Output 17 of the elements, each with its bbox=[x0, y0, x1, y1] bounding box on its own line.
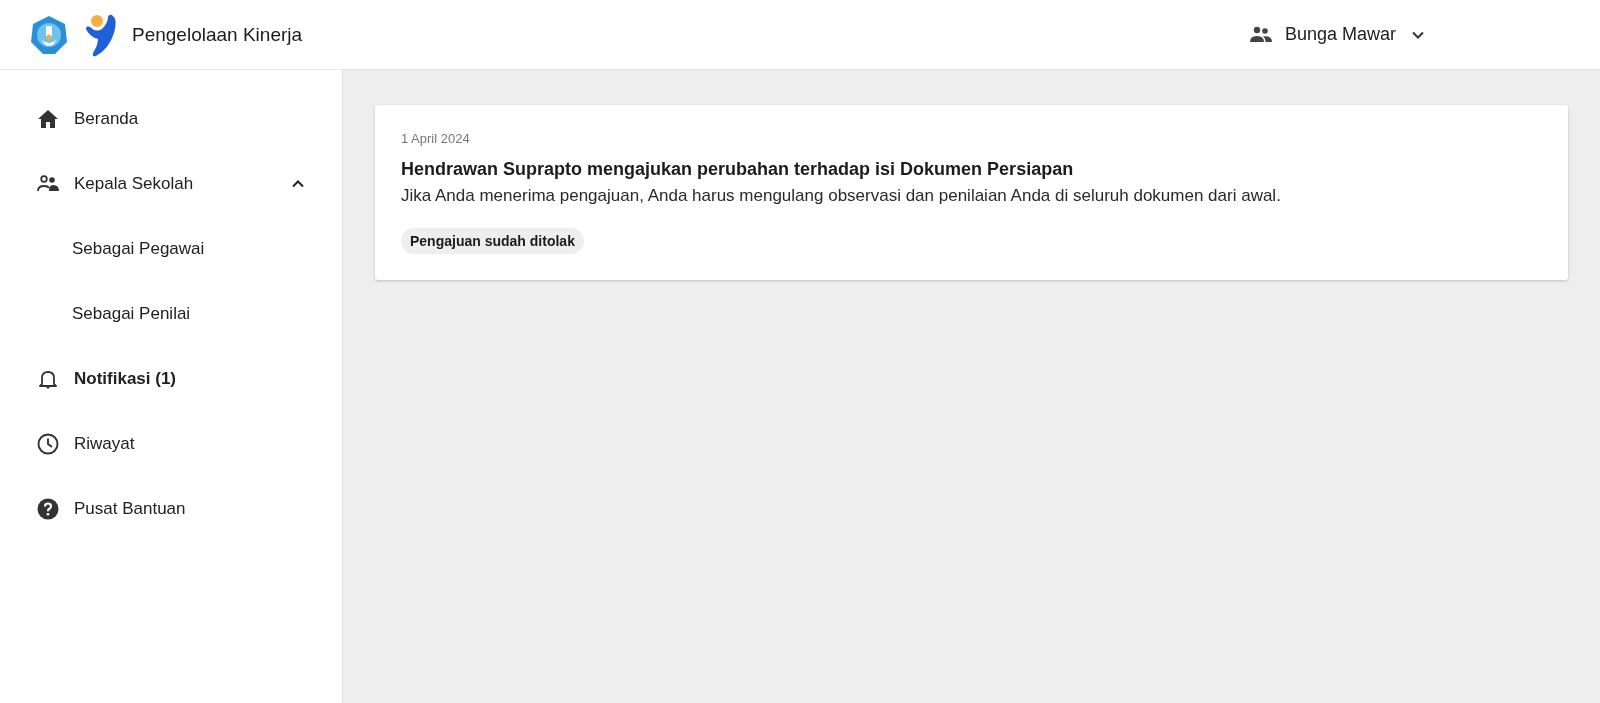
sidebar-item[interactable]: Kepala Sekolah bbox=[0, 151, 342, 216]
clock-icon bbox=[36, 431, 60, 456]
sidebar-subitem[interactable]: Sebagai Pegawai bbox=[0, 216, 342, 281]
sidebar-item[interactable]: Pusat Bantuan bbox=[0, 476, 342, 541]
emblem-logo bbox=[28, 13, 70, 56]
notification-message: Jika Anda menerima pengajuan, Anda harus mengulang observasi dan penilaian Anda di seluruh dokumen dari awal. bbox=[401, 186, 1282, 206]
brand-logo bbox=[84, 12, 118, 57]
sidebar-subitem[interactable]: Sebagai Penilai bbox=[0, 281, 342, 346]
notification-date: 1 April 2024 bbox=[401, 131, 471, 146]
notification-title: Hendrawan Suprapto mengajukan perubahan terhadap isi Dokumen Persiapan bbox=[401, 159, 1075, 180]
user-menu-button[interactable]: Bunga Mawar bbox=[1244, 18, 1432, 51]
sidebar-item[interactable]: Riwayat bbox=[0, 411, 342, 476]
help-icon bbox=[36, 496, 60, 521]
app-title: Pengelolaan Kinerja bbox=[132, 23, 303, 46]
status-chip: Pengajuan sudah ditolak bbox=[401, 228, 584, 254]
sidebar-item[interactable]: Beranda bbox=[0, 86, 342, 151]
sidebar-item[interactable]: Notifikasi (1) bbox=[0, 346, 342, 411]
